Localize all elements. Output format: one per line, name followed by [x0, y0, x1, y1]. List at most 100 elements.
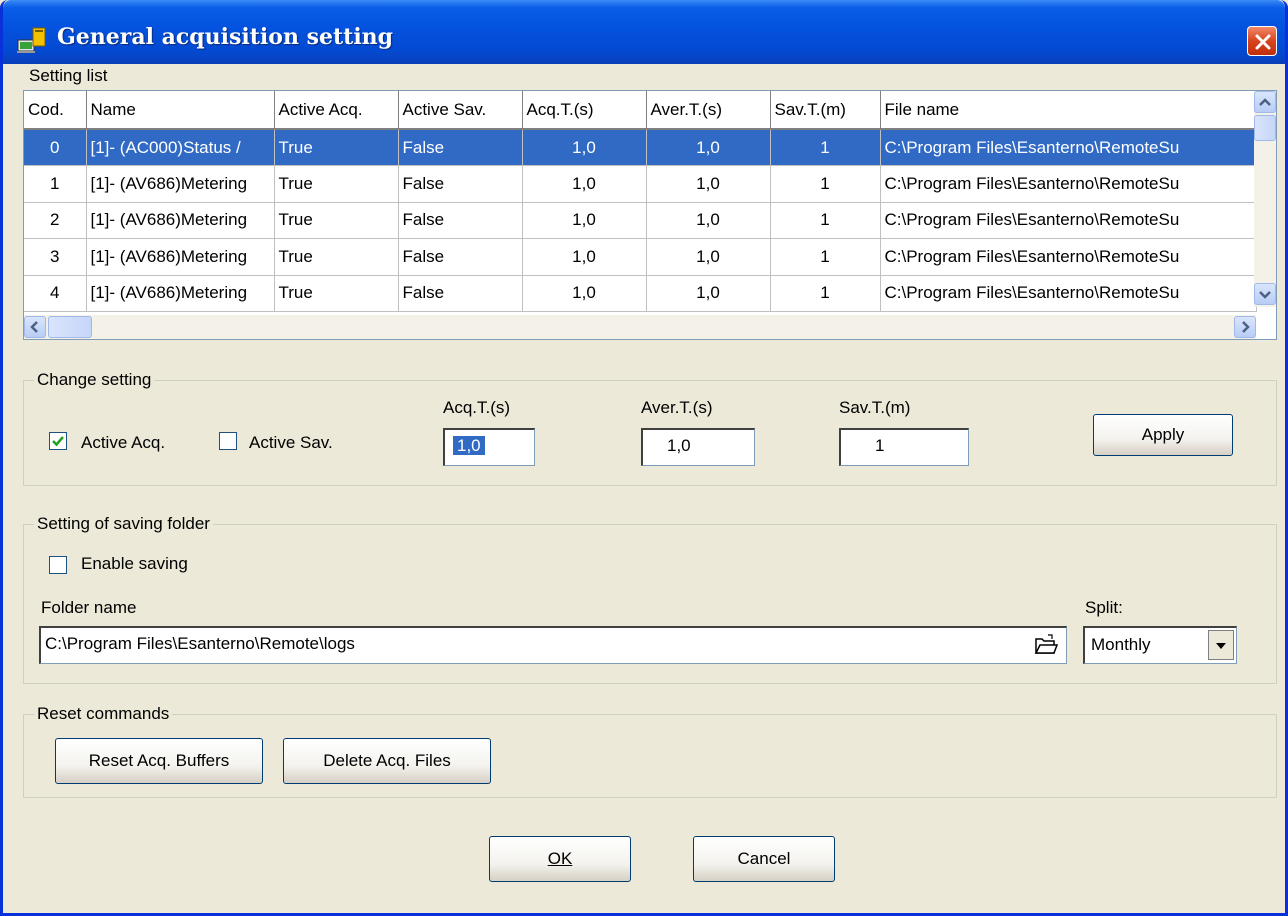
folder-name-input[interactable]: C:\Program Files\Esanterno\Remote\logs — [39, 626, 1067, 664]
folder-name-value: C:\Program Files\Esanterno\Remote\logs — [45, 634, 355, 653]
table-cell: 2 — [24, 202, 87, 239]
horizontal-scrollbar[interactable] — [24, 315, 1256, 339]
setting-list-grid[interactable]: Cod. Name Active Acq. Active Sav. Acq.T.(s) A… — [23, 90, 1277, 340]
split-value: Monthly — [1091, 635, 1151, 654]
table-cell: 4 — [24, 275, 87, 312]
saving-folder-title: Setting of saving folder — [34, 514, 213, 534]
table-cell: C:\Program Files\Esanterno\RemoteSu — [880, 238, 1257, 276]
table-cell: C:\Program Files\Esanterno\RemoteSu — [880, 165, 1257, 203]
vertical-scroll-thumb[interactable] — [1254, 115, 1276, 141]
apply-button[interactable]: Apply — [1093, 414, 1233, 456]
acq-time-input[interactable]: 1,0 — [443, 428, 535, 466]
column-header[interactable]: Aver.T.(s) — [646, 91, 771, 130]
table-cell: [1]- (AV686)Metering — [86, 165, 275, 203]
chevron-right-icon — [1242, 321, 1250, 333]
delete-acq-files-button[interactable]: Delete Acq. Files — [283, 738, 491, 784]
table-cell: 1,0 — [522, 129, 647, 166]
table-cell: [1]- (AV686)Metering — [86, 275, 275, 312]
ok-button[interactable]: OK — [489, 836, 631, 882]
computer-icon — [17, 27, 46, 53]
table-cell: 1,0 — [646, 202, 771, 239]
active-sav-label: Active Sav. — [249, 433, 333, 452]
active-sav-checkbox[interactable] — [219, 432, 237, 450]
reset-commands-title: Reset commands — [34, 704, 173, 724]
scroll-down-button[interactable] — [1254, 283, 1276, 305]
folder-open-icon[interactable] — [1034, 634, 1058, 656]
acq-time-label: Acq.T.(s) — [443, 398, 511, 417]
column-header[interactable]: File name — [880, 91, 1257, 130]
table-cell: 1,0 — [646, 165, 771, 203]
table-cell: [1]- (AV686)Metering — [86, 202, 275, 239]
table-cell: 1,0 — [522, 202, 647, 239]
table-cell: 1 — [770, 202, 881, 239]
chevron-up-icon — [1259, 98, 1271, 106]
change-setting-title: Change setting — [34, 370, 155, 390]
column-header[interactable]: Active Sav. — [398, 91, 523, 130]
table-cell: [1]- (AC000)Status / — [86, 129, 275, 166]
sav-time-label: Sav.T.(m) — [839, 398, 911, 417]
table-cell: True — [274, 129, 399, 166]
column-header[interactable]: Sav.T.(m) — [770, 91, 881, 130]
table-cell: 1,0 — [522, 165, 647, 203]
table-cell: 1 — [770, 238, 881, 276]
close-button[interactable] — [1247, 26, 1277, 56]
table-cell: [1]- (AV686)Metering — [86, 238, 275, 276]
sav-time-input[interactable]: 1 — [839, 428, 969, 466]
enable-saving-label: Enable saving — [81, 554, 188, 573]
column-header[interactable]: Acq.T.(s) — [522, 91, 647, 130]
dialog-window: General acquisition setting Setting list… — [0, 0, 1288, 916]
split-label: Split: — [1085, 598, 1123, 617]
active-acq-label: Active Acq. — [81, 433, 166, 452]
table-cell: False — [398, 165, 523, 203]
horizontal-scroll-thumb[interactable] — [48, 316, 92, 338]
vertical-scrollbar[interactable] — [1254, 91, 1276, 307]
table-row[interactable]: 0 [1]- (AC000)Status / True False 1,0 1,0 1 C:… — [24, 129, 1257, 166]
column-header[interactable]: Active Acq. — [274, 91, 399, 130]
close-icon — [1255, 34, 1271, 50]
active-acq-checkbox[interactable] — [49, 432, 67, 450]
column-header[interactable]: Cod. — [24, 91, 87, 130]
table-cell: C:\Program Files\Esanterno\RemoteSu — [880, 202, 1257, 239]
table-row[interactable]: 2 [1]- (AV686)Metering True False 1,0 1,0 1 C:\… — [24, 202, 1257, 239]
table-cell: 1 — [24, 165, 87, 203]
ok-button-label: OK — [547, 849, 573, 868]
table-cell: 1,0 — [522, 275, 647, 312]
scroll-right-button[interactable] — [1234, 316, 1256, 338]
enable-saving-checkbox[interactable] — [49, 556, 67, 574]
aver-time-input[interactable]: 1,0 — [641, 428, 755, 466]
table-cell: 1 — [770, 129, 881, 166]
table-cell: False — [398, 129, 523, 166]
split-dropdown-button[interactable] — [1208, 630, 1234, 660]
table-cell: False — [398, 275, 523, 312]
table-cell: False — [398, 238, 523, 276]
title-bar[interactable]: General acquisition setting — [3, 0, 1285, 64]
table-row[interactable]: 4 [1]- (AV686)Metering True False 1,0 1,0 1 C:\… — [24, 275, 1257, 312]
check-icon — [52, 436, 64, 447]
split-select[interactable]: Monthly — [1083, 626, 1237, 664]
window-title: General acquisition setting — [57, 24, 394, 50]
table-cell: False — [398, 202, 523, 239]
table-cell: 1,0 — [522, 238, 647, 276]
chevron-down-icon — [1259, 291, 1271, 299]
scroll-up-button[interactable] — [1254, 91, 1276, 113]
table-row[interactable]: 3 [1]- (AV686)Metering True False 1,0 1,0 1 C:\… — [24, 238, 1257, 276]
cancel-button[interactable]: Cancel — [693, 836, 835, 882]
table-cell: 1,0 — [646, 238, 771, 276]
sav-time-value: 1 — [875, 436, 885, 455]
chevron-down-icon — [1216, 643, 1226, 649]
table-cell: True — [274, 275, 399, 312]
table-cell: 3 — [24, 238, 87, 276]
column-header[interactable]: Name — [86, 91, 275, 130]
scroll-left-button[interactable] — [24, 316, 46, 338]
setting-table: Cod. Name Active Acq. Active Sav. Acq.T.(s) A… — [24, 91, 1257, 312]
table-cell: C:\Program Files\Esanterno\RemoteSu — [880, 129, 1257, 166]
table-row[interactable]: 1 [1]- (AV686)Metering True False 1,0 1,0 1 C:\… — [24, 165, 1257, 203]
table-cell: True — [274, 202, 399, 239]
table-cell: 1 — [770, 275, 881, 312]
setting-list-title: Setting list — [27, 66, 110, 86]
chevron-left-icon — [30, 321, 38, 333]
reset-acq-buffers-button[interactable]: Reset Acq. Buffers — [55, 738, 263, 784]
table-cell: True — [274, 238, 399, 276]
table-cell: 1 — [770, 165, 881, 203]
table-cell: 0 — [24, 129, 87, 166]
